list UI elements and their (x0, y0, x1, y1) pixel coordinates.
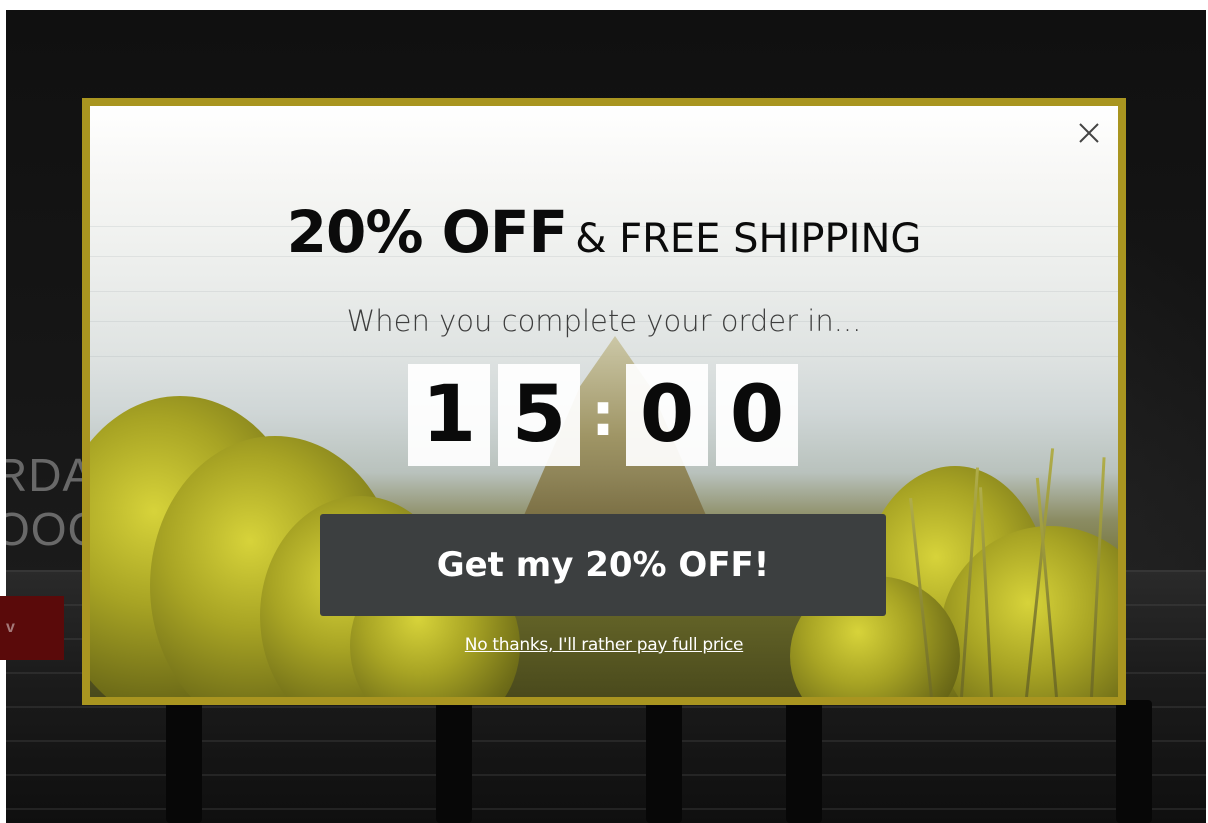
shipping-headline: & FREE SHIPPING (575, 216, 922, 262)
close-button[interactable] (1074, 118, 1104, 148)
countdown-timer: 1 5 : 0 0 (408, 364, 806, 466)
timer-digit-seconds-ones: 0 (716, 364, 798, 466)
dock-post (166, 700, 202, 823)
discount-popup: 20% OFF & FREE SHIPPING When you complete… (82, 98, 1126, 705)
timer-separator: : (591, 380, 615, 450)
timer-digit-seconds-tens: 0 (626, 364, 708, 466)
dock-post (436, 700, 472, 823)
timer-digit-minutes-ones: 5 (498, 364, 580, 466)
get-discount-button[interactable]: Get my 20% OFF! (320, 514, 886, 616)
background-shop-button: v (0, 596, 64, 660)
page: RDA OOC v 20% OFF & FREE SHIPPING When y… (0, 0, 1208, 823)
close-icon (1079, 123, 1099, 143)
dock-post (1116, 700, 1152, 823)
decline-link[interactable]: No thanks, I'll rather pay full price (90, 635, 1118, 655)
dock-post (646, 700, 682, 823)
discount-headline: 20% OFF (286, 198, 569, 266)
timer-digit-minutes-tens: 1 (408, 364, 490, 466)
popup-subline: When you complete your order in... (346, 304, 862, 338)
dock-post (786, 700, 822, 823)
popup-headline: 20% OFF & FREE SHIPPING (90, 198, 1118, 266)
